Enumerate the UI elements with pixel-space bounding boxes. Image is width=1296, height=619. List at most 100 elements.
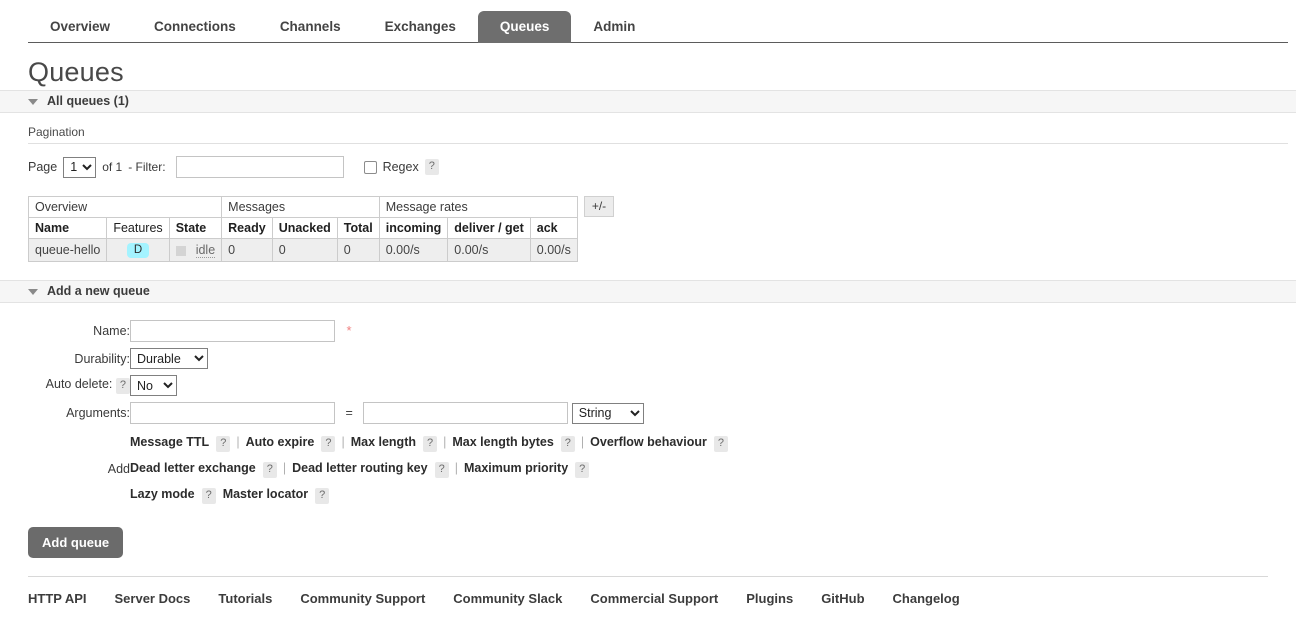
preset-overflow-behaviour[interactable]: Overflow behaviour	[590, 435, 707, 449]
preset-lazy-mode[interactable]: Lazy mode	[130, 487, 195, 501]
nav-tab-channels[interactable]: Channels	[258, 11, 363, 43]
queue-unacked-cell: 0	[271, 238, 338, 262]
state-label: idle	[195, 243, 216, 258]
durability-label: Durability:	[74, 351, 130, 366]
help-icon[interactable]: ?	[434, 462, 449, 478]
column-header-incoming[interactable]: incoming	[378, 217, 449, 239]
footer-link-github[interactable]: GitHub	[821, 591, 864, 606]
page-select[interactable]: 1	[63, 156, 97, 178]
preset-auto-expire[interactable]: Auto expire	[246, 435, 315, 449]
pagination-block: Pagination Page 1 of 1 - Filter: Regex ?	[0, 113, 1296, 188]
page-title: Queues	[28, 57, 124, 87]
queue-ack-cell: 0.00/s	[529, 238, 578, 262]
help-icon[interactable]: ?	[560, 436, 575, 452]
auto-delete-label-cell: Auto delete: ?	[0, 372, 130, 399]
auto-delete-help-icon[interactable]: ?	[115, 378, 130, 394]
queue-name-link[interactable]: queue-hello	[27, 238, 108, 262]
presets-row: Add Message TTL? | Auto expire? | Max length…	[0, 427, 735, 511]
preset-separator: |	[282, 461, 287, 475]
durable-feature-badge[interactable]: D	[126, 243, 150, 258]
preset-maximum-priority[interactable]: Maximum priority	[464, 461, 568, 475]
queue-incoming-cell: 0.00/s	[378, 238, 449, 262]
toggle-columns-button[interactable]: +/-	[583, 196, 615, 217]
preset-separator: |	[443, 435, 447, 449]
nav-tab-overview[interactable]: Overview	[28, 11, 132, 43]
footer-link-list: HTTP API Server Docs Tutorials Community Su…	[28, 591, 1268, 606]
nav-tab-queues[interactable]: Queues	[477, 11, 572, 43]
queue-total-cell: 0	[336, 238, 380, 262]
help-icon[interactable]: ?	[216, 436, 231, 452]
queues-table: Overview Messages Message rates Name Featur…	[27, 196, 578, 262]
column-header-deliver-get[interactable]: deliver / get	[447, 217, 531, 239]
arguments-row: Arguments: = StringNumberBooleanList	[0, 399, 735, 427]
queue-features-cell: D	[106, 238, 170, 262]
collapse-triangle-icon	[28, 98, 38, 105]
durability-select[interactable]: DurableTransient	[130, 348, 208, 369]
help-icon[interactable]: ?	[262, 462, 277, 478]
help-icon[interactable]: ?	[575, 462, 590, 478]
preset-line: Message TTL? | Auto expire? | Max length? | Ma…	[130, 430, 735, 456]
argument-key-input[interactable]	[130, 402, 335, 424]
preset-dead-letter-exchange[interactable]: Dead letter exchange	[130, 461, 256, 475]
footer-link-server-docs[interactable]: Server Docs	[115, 591, 191, 606]
preset-dead-letter-routing-key[interactable]: Dead letter routing key	[292, 461, 427, 475]
regex-label: Regex	[382, 160, 419, 174]
filter-input[interactable]	[175, 156, 344, 178]
footer-link-community-slack[interactable]: Community Slack	[453, 591, 562, 606]
help-icon[interactable]: ?	[321, 436, 336, 452]
queue-name-input[interactable]	[130, 320, 335, 342]
all-queues-section-header[interactable]: All queues (1)	[0, 90, 1296, 113]
column-header-name[interactable]: Name	[27, 217, 108, 239]
regex-help-icon[interactable]: ?	[424, 159, 439, 175]
argument-type-select[interactable]: StringNumberBooleanList	[571, 402, 644, 424]
argument-value-input[interactable]	[363, 402, 569, 424]
argument-presets-cell: Message TTL? | Auto expire? | Max length? | Ma…	[130, 427, 735, 511]
regex-checkbox[interactable]	[363, 160, 377, 174]
queues-group-header-row: Overview Messages Message rates	[27, 196, 578, 218]
footer-link-commercial-support[interactable]: Commercial Support	[590, 591, 718, 606]
queues-table-row-container: Overview Messages Message rates Name Featur…	[27, 196, 1296, 262]
auto-delete-label: Auto delete:	[45, 377, 113, 391]
preset-message-ttl[interactable]: Message TTL	[130, 435, 209, 449]
footer-link-http-api[interactable]: HTTP API	[28, 591, 87, 606]
footer-link-tutorials[interactable]: Tutorials	[218, 591, 272, 606]
preset-max-length-bytes[interactable]: Max length bytes	[452, 435, 553, 449]
column-header-total[interactable]: Total	[336, 217, 380, 239]
queues-table-body: queue-hello Didle 0 0 0 0.00/s 0.00/s 0.00/s	[27, 238, 578, 262]
nav-tab-admin[interactable]: Admin	[571, 11, 657, 43]
queue-ready-cell: 0	[221, 238, 273, 262]
footer-link-community-support[interactable]: Community Support	[300, 591, 425, 606]
auto-delete-select[interactable]: NoYes	[130, 375, 177, 396]
column-header-unacked[interactable]: Unacked	[271, 217, 338, 239]
column-header-ready[interactable]: Ready	[221, 217, 273, 239]
pagination-label: Pagination	[28, 125, 85, 139]
add-queue-section: Add a new queue Name: * Durability: Dura…	[0, 280, 1296, 558]
footer-link-plugins[interactable]: Plugins	[746, 591, 793, 606]
footer: HTTP API Server Docs Tutorials Community Su…	[28, 576, 1268, 606]
add-queue-section-header[interactable]: Add a new queue	[0, 280, 1296, 303]
add-queue-form: Name: * Durability: DurableTransient Aut…	[0, 303, 1296, 511]
help-icon[interactable]: ?	[201, 488, 216, 504]
column-header-ack[interactable]: ack	[529, 217, 578, 239]
state-indicator-icon	[175, 245, 186, 256]
preset-master-locator[interactable]: Master locator	[223, 487, 308, 501]
auto-delete-row: Auto delete: ? NoYes	[0, 372, 735, 399]
nav-tab-exchanges[interactable]: Exchanges	[363, 11, 478, 43]
column-header-state[interactable]: State	[168, 217, 223, 239]
durability-row: Durability: DurableTransient	[0, 345, 735, 372]
page-count-label: of 1	[102, 160, 123, 174]
help-icon[interactable]: ?	[713, 436, 728, 452]
queues-table-head: Overview Messages Message rates Name Featur…	[27, 196, 578, 239]
group-header-message-rates: Message rates	[378, 196, 578, 218]
preset-line: Lazy mode? Master locator?	[130, 482, 735, 508]
group-header-messages: Messages	[221, 196, 380, 218]
help-icon[interactable]: ?	[423, 436, 438, 452]
add-queue-form-table: Name: * Durability: DurableTransient Aut…	[0, 317, 735, 511]
help-icon[interactable]: ?	[315, 488, 330, 504]
add-queue-button[interactable]: Add queue	[28, 527, 124, 558]
nav-tab-connections[interactable]: Connections	[132, 11, 258, 43]
preset-max-length[interactable]: Max length	[351, 435, 416, 449]
footer-link-changelog[interactable]: Changelog	[893, 591, 960, 606]
durability-field-cell: DurableTransient	[130, 345, 735, 372]
preset-separator: |	[236, 435, 240, 449]
